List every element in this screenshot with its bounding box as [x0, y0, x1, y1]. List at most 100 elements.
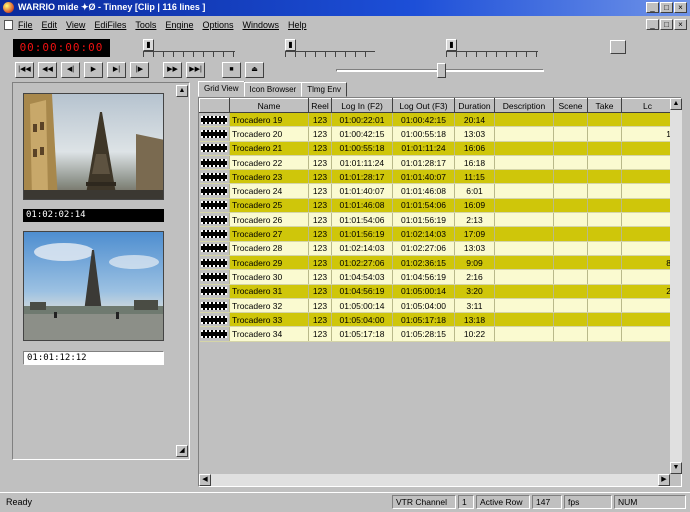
cell-lc[interactable] — [621, 226, 674, 242]
cell-log-out[interactable]: 01:05:28:15 — [392, 326, 455, 342]
cell-name[interactable]: Trocadero 33 — [229, 312, 309, 328]
menu-view[interactable]: View — [66, 20, 85, 30]
tab-tlmg-env[interactable]: Tlmg Env — [301, 82, 348, 97]
cell-log-out[interactable]: 01:00:42:15 — [392, 112, 455, 128]
cell-lc[interactable] — [621, 212, 674, 228]
clip-thumbnail-icon[interactable] — [199, 326, 230, 342]
cell-name[interactable]: Trocadero 19 — [229, 112, 309, 128]
play-button[interactable]: ▶ — [84, 62, 103, 78]
table-row[interactable]: Trocadero 32 123 01:05:00:14 01:05:04:00 3:1… — [199, 298, 674, 314]
col-header-name[interactable]: Name — [229, 98, 309, 113]
toolbar-option-button[interactable] — [610, 40, 626, 54]
cell-log-in[interactable]: 01:04:56:19 — [331, 284, 393, 299]
cell-description[interactable] — [494, 226, 554, 242]
cell-name[interactable]: Trocadero 29 — [229, 255, 309, 271]
cell-take[interactable] — [587, 326, 622, 342]
cell-take[interactable] — [587, 112, 622, 128]
clip-thumbnail-icon[interactable] — [199, 298, 230, 314]
cell-duration[interactable]: 13:03 — [454, 241, 495, 256]
cell-take[interactable] — [587, 269, 622, 285]
cell-lc[interactable] — [621, 269, 674, 285]
cell-reel[interactable]: 123 — [308, 183, 332, 199]
cell-reel[interactable]: 123 — [308, 112, 332, 128]
ruler-left[interactable] — [143, 51, 235, 57]
cell-scene[interactable] — [553, 241, 588, 256]
clip-thumbnail-icon[interactable] — [199, 112, 230, 128]
cell-log-out[interactable]: 01:01:28:17 — [392, 155, 455, 171]
cell-reel[interactable]: 123 — [308, 326, 332, 342]
cell-log-in[interactable]: 01:05:17:18 — [331, 326, 393, 342]
cell-reel[interactable]: 123 — [308, 169, 332, 185]
table-row[interactable]: Trocadero 22 123 01:01:11:24 01:01:28:17 16:… — [199, 155, 674, 171]
cell-scene[interactable] — [553, 312, 588, 328]
cell-lc[interactable] — [621, 298, 674, 314]
cell-log-out[interactable]: 01:00:55:18 — [392, 126, 455, 142]
cell-log-out[interactable]: 01:05:00:14 — [392, 284, 455, 299]
cell-log-out[interactable]: 01:02:14:03 — [392, 226, 455, 242]
cell-take[interactable] — [587, 169, 622, 185]
menu-engine[interactable]: Engine — [165, 20, 193, 30]
cell-log-out[interactable]: 01:01:11:24 — [392, 141, 455, 156]
cell-reel[interactable]: 123 — [308, 284, 332, 299]
cell-description[interactable] — [494, 112, 554, 128]
tab-icon-browser[interactable]: Icon Browser — [243, 82, 303, 97]
cell-duration[interactable]: 17:09 — [454, 226, 495, 242]
clip-thumbnail-icon[interactable] — [199, 269, 230, 285]
cell-take[interactable] — [587, 255, 622, 271]
cell-take[interactable] — [587, 141, 622, 156]
menu-tools[interactable]: Tools — [135, 20, 156, 30]
cell-take[interactable] — [587, 155, 622, 171]
col-header-lc[interactable]: Lc — [621, 98, 674, 113]
cell-scene[interactable] — [553, 198, 588, 214]
cell-scene[interactable] — [553, 183, 588, 199]
tab-grid-view[interactable]: Grid View — [198, 81, 245, 97]
menu-file[interactable]: File — [18, 20, 33, 30]
col-header-description[interactable]: Description — [494, 98, 554, 113]
cell-take[interactable] — [587, 284, 622, 299]
scroll-up-icon[interactable]: ▲ — [670, 98, 682, 110]
clip-thumbnail-icon[interactable] — [199, 284, 230, 299]
cell-lc[interactable]: 1 — [621, 126, 674, 142]
cell-log-out[interactable]: 01:02:27:06 — [392, 241, 455, 256]
panel-scroll-up-icon[interactable]: ▲ — [176, 85, 188, 97]
grid-vertical-scrollbar[interactable]: ▲ ▼ — [670, 98, 682, 474]
table-row[interactable]: Trocadero 25 123 01:01:46:08 01:01:54:06 16:… — [199, 198, 674, 214]
cell-lc[interactable] — [621, 326, 674, 342]
cell-duration[interactable]: 13:18 — [454, 312, 495, 328]
cell-take[interactable] — [587, 298, 622, 314]
cell-duration[interactable]: 11:15 — [454, 169, 495, 185]
scroll-right-icon[interactable]: ▶ — [658, 474, 670, 486]
clip-thumbnail-icon[interactable] — [199, 126, 230, 142]
cell-description[interactable] — [494, 169, 554, 185]
menu-windows[interactable]: Windows — [242, 20, 279, 30]
cell-name[interactable]: Trocadero 24 — [229, 183, 309, 199]
panel-resize-grip-icon[interactable]: ◢ — [176, 445, 188, 457]
rewind-button[interactable]: ◀◀ — [38, 62, 57, 78]
cell-description[interactable] — [494, 155, 554, 171]
table-row[interactable]: Trocadero 34 123 01:05:17:18 01:05:28:15 10:… — [199, 326, 674, 342]
doc-close-button[interactable]: × — [674, 19, 687, 30]
cell-log-in[interactable]: 01:05:04:00 — [331, 312, 393, 328]
table-row[interactable]: Trocadero 21 123 01:00:55:18 01:01:11:24 16:… — [199, 141, 674, 156]
menu-options[interactable]: Options — [202, 20, 233, 30]
cell-lc[interactable] — [621, 183, 674, 199]
cell-scene[interactable] — [553, 112, 588, 128]
table-row[interactable]: Trocadero 23 123 01:01:28:17 01:01:40:07 11:… — [199, 169, 674, 185]
cell-description[interactable] — [494, 212, 554, 228]
cell-log-in[interactable]: 01:05:00:14 — [331, 298, 393, 314]
cell-lc[interactable] — [621, 155, 674, 171]
marker-right-icon[interactable]: ▮ — [446, 39, 457, 51]
col-header-handle[interactable] — [199, 98, 230, 113]
clip-thumbnail-icon[interactable] — [199, 226, 230, 242]
menu-help[interactable]: Help — [288, 20, 307, 30]
cell-take[interactable] — [587, 198, 622, 214]
cell-scene[interactable] — [553, 212, 588, 228]
cell-description[interactable] — [494, 312, 554, 328]
cell-log-in[interactable]: 01:01:56:19 — [331, 226, 393, 242]
record-timecode-field[interactable]: 01:01:12:12 — [23, 351, 164, 365]
cell-name[interactable]: Trocadero 26 — [229, 212, 309, 228]
jump-forward-button[interactable]: ▶▶| — [186, 62, 205, 78]
cell-description[interactable] — [494, 326, 554, 342]
cell-take[interactable] — [587, 226, 622, 242]
cell-log-out[interactable]: 01:01:54:06 — [392, 198, 455, 214]
